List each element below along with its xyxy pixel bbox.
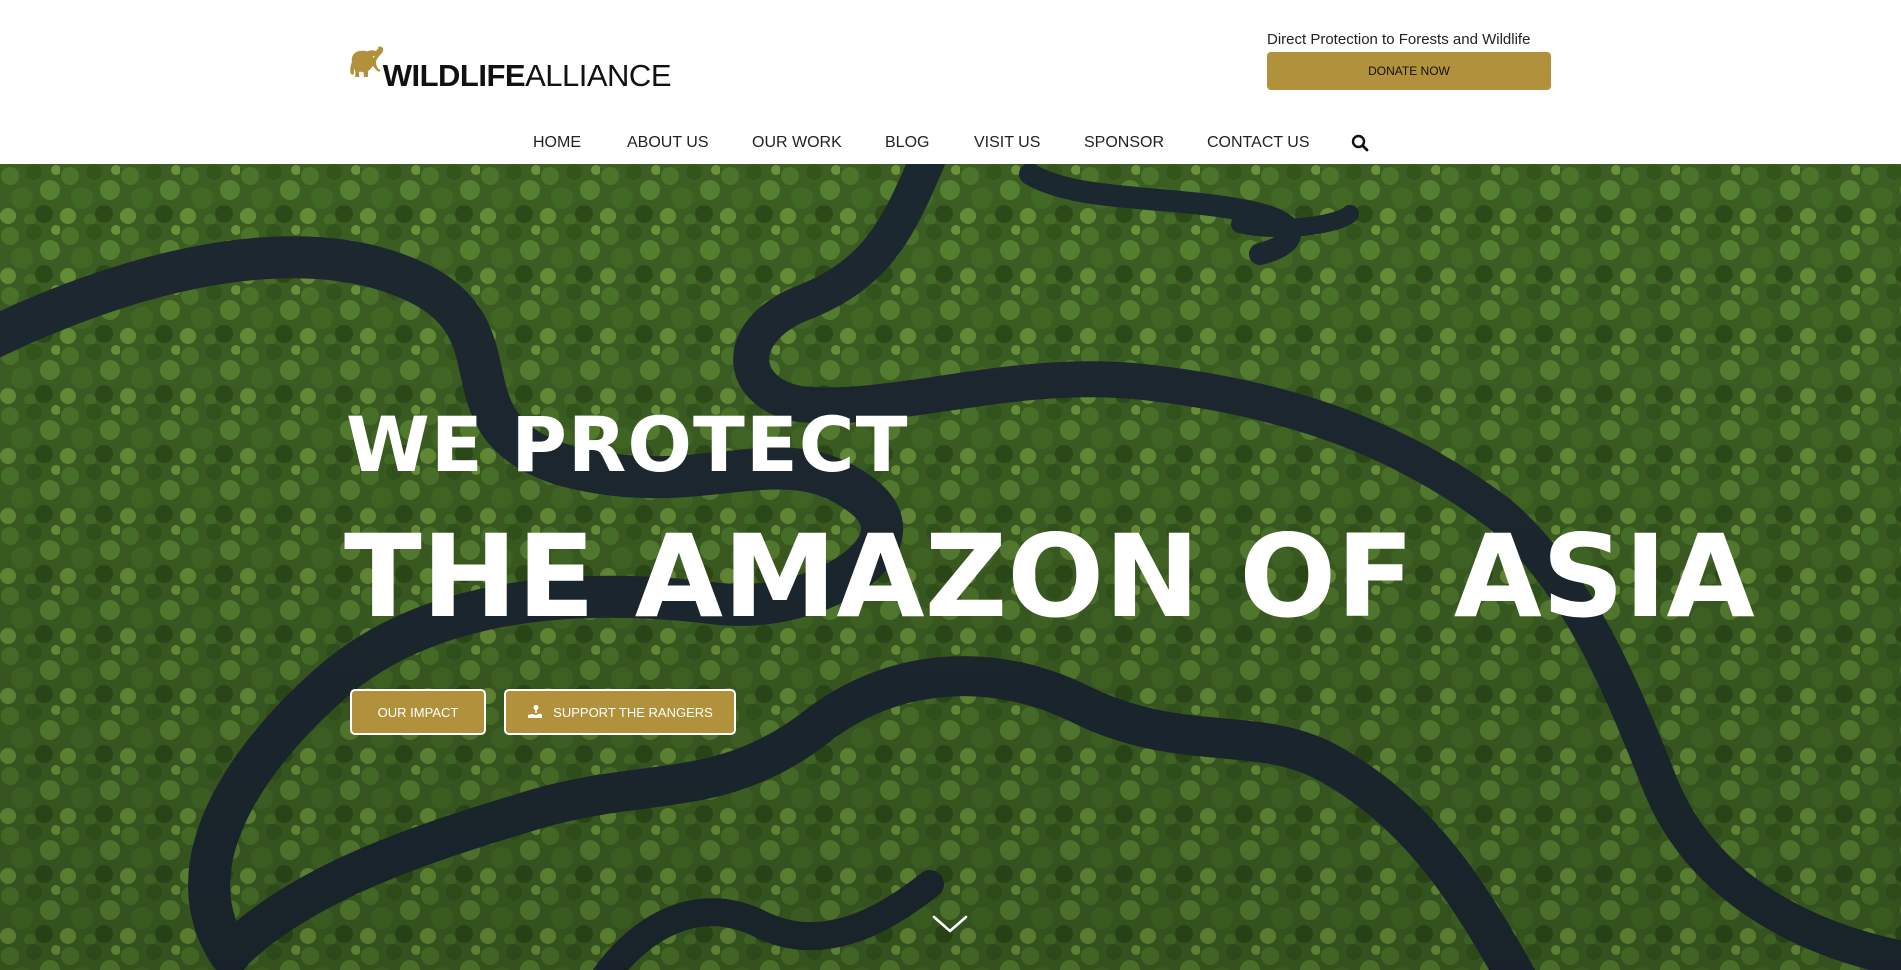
donate-now-button[interactable]: DONATE NOW — [1267, 52, 1551, 90]
logo-text-bold: WILDLIFE — [382, 58, 526, 93]
nav-item-our-work[interactable]: OUR WORK — [752, 134, 842, 152]
support-the-rangers-label: SUPPORT THE RANGERS — [553, 704, 713, 720]
support-the-rangers-button[interactable]: SUPPORT THE RANGERS — [504, 689, 736, 735]
nav-item-blog[interactable]: BLOG — [885, 134, 929, 152]
nav-item-home[interactable]: HOME — [533, 134, 581, 152]
nav-item-contact-us[interactable]: CONTACT US — [1207, 134, 1310, 152]
logo-text-light: ALLIANCE — [525, 58, 671, 93]
tagline: Direct Protection to Forests and Wildlif… — [1267, 31, 1531, 48]
our-impact-button[interactable]: OUR IMPACT — [350, 689, 486, 735]
hero: WE PROTECT THE AMAZON OF ASIA OUR IMPACT… — [0, 164, 1901, 970]
nav-item-visit-us[interactable]: VISIT US — [974, 134, 1040, 152]
logo-text: WILDLIFEALLIANCE — [382, 58, 672, 93]
elephant-icon — [350, 46, 384, 77]
main-nav: HOME ABOUT US OUR WORK BLOG VISIT US SPO… — [0, 128, 1901, 158]
chevron-down-icon[interactable] — [930, 912, 970, 936]
nav-item-sponsor[interactable]: SPONSOR — [1084, 134, 1164, 152]
hand-holding-icon — [528, 705, 543, 718]
nav-item-about-us[interactable]: ABOUT US — [627, 134, 709, 152]
hero-heading-line2: THE AMAZON OF ASIA — [344, 510, 1755, 643]
hero-heading-line1: WE PROTECT — [346, 400, 909, 489]
site-header: WILDLIFEALLIANCE Direct Protection to Fo… — [0, 0, 1901, 164]
search-icon[interactable] — [1350, 133, 1370, 153]
logo[interactable]: WILDLIFEALLIANCE — [349, 27, 671, 95]
